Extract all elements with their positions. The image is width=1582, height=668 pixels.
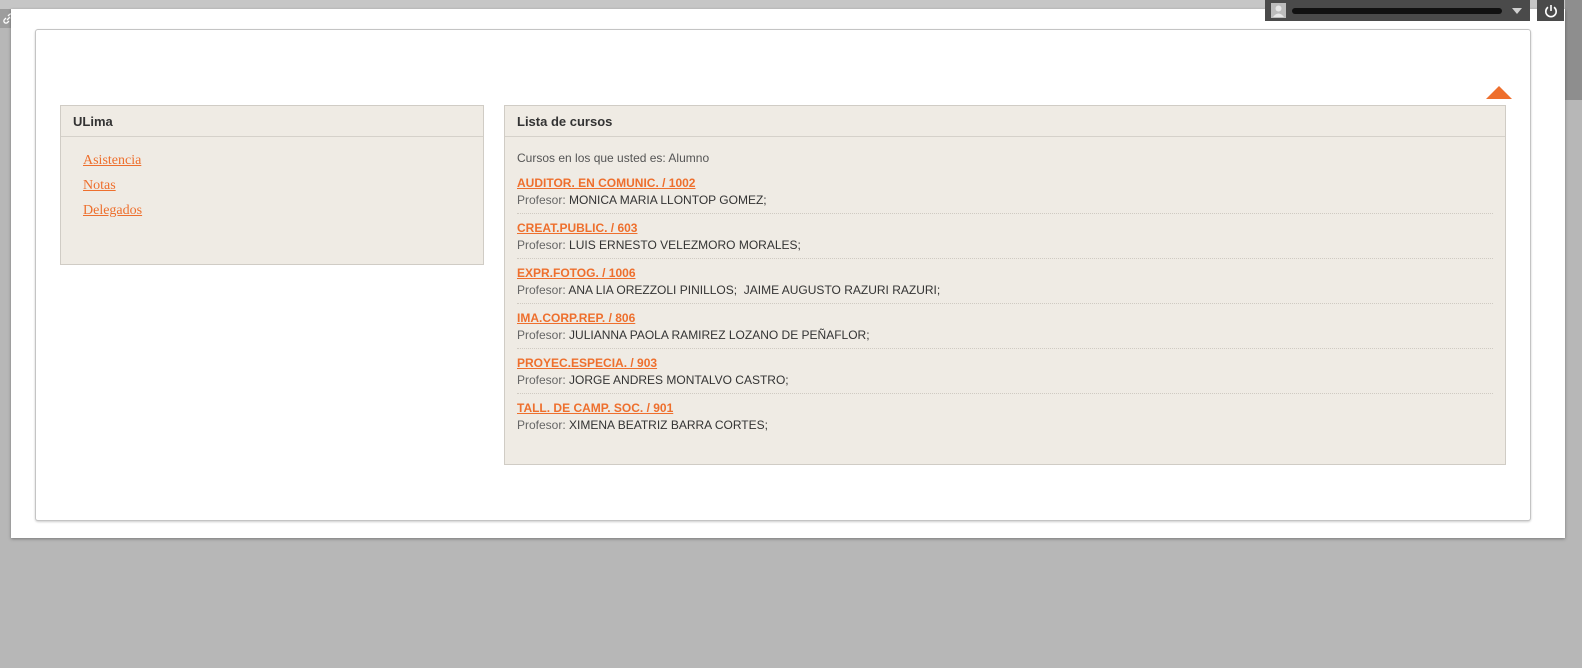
professor-label: Profesor:: [517, 418, 566, 432]
course-item: EXPR.FOTOG. / 1006 Profesor: ANA LIA ORE…: [517, 266, 1493, 304]
course-link[interactable]: AUDITOR. EN COMUNIC. / 1002: [517, 176, 1493, 193]
user-avatar-icon: [1271, 3, 1286, 18]
course-professors: Profesor: XIMENA BEATRIZ BARRA CORTES;: [517, 418, 1493, 432]
user-menu[interactable]: [1265, 0, 1530, 21]
right-strip: [1565, 0, 1582, 100]
professor-names: JORGE ANDRES MONTALVO CASTRO;: [569, 373, 789, 387]
courses-panel-title: Lista de cursos: [505, 106, 1505, 137]
power-icon: [1544, 4, 1557, 17]
professor-names: XIMENA BEATRIZ BARRA CORTES;: [569, 418, 768, 432]
delegados-link[interactable]: Delegados: [83, 203, 142, 218]
course-item: CREAT.PUBLIC. / 603 Profesor: LUIS ERNES…: [517, 221, 1493, 259]
courses-panel: Lista de cursos Cursos en los que usted …: [504, 105, 1506, 465]
username-redacted[interactable]: [1292, 7, 1502, 14]
course-item: PROYEC.ESPECIA. / 903 Profesor: JORGE AN…: [517, 356, 1493, 394]
ulima-links: Asistencia Notas Delegados: [61, 137, 483, 240]
professor-label: Profesor:: [517, 373, 566, 387]
courses-intro: Cursos en los que usted es: Alumno: [517, 151, 710, 165]
professor-label: Profesor:: [517, 283, 566, 297]
course-item: TALL. DE CAMP. SOC. / 901 Profesor: XIME…: [517, 401, 1493, 438]
chevron-down-icon[interactable]: [1512, 7, 1522, 14]
course-professors: Profesor: ANA LIA OREZZOLI PINILLOS; JAI…: [517, 283, 1493, 297]
professor-names: LUIS ERNESTO VELEZMORO MORALES;: [569, 238, 801, 252]
collapse-up-arrow-icon[interactable]: [1486, 86, 1512, 99]
professor-names: ANA LIA OREZZOLI PINILLOS; JAIME AUGUSTO…: [568, 283, 941, 297]
professor-names: MONICA MARIA LLONTOP GOMEZ;: [569, 193, 767, 207]
professor-label: Profesor:: [517, 328, 566, 342]
course-professors: Profesor: MONICA MARIA LLONTOP GOMEZ;: [517, 193, 1493, 207]
course-professors: Profesor: JORGE ANDRES MONTALVO CASTRO;: [517, 373, 1493, 387]
course-link[interactable]: TALL. DE CAMP. SOC. / 901: [517, 401, 1493, 418]
professor-names: JULIANNA PAOLA RAMIREZ LOZANO DE PEÑAFLO…: [569, 328, 870, 342]
course-link[interactable]: PROYEC.ESPECIA. / 903: [517, 356, 1493, 373]
asistencia-link[interactable]: Asistencia: [83, 153, 141, 168]
course-professors: Profesor: LUIS ERNESTO VELEZMORO MORALES…: [517, 238, 1493, 252]
course-link[interactable]: EXPR.FOTOG. / 1006: [517, 266, 1493, 283]
course-item: AUDITOR. EN COMUNIC. / 1002 Profesor: MO…: [517, 176, 1493, 214]
professor-label: Profesor:: [517, 193, 566, 207]
course-professors: Profesor: JULIANNA PAOLA RAMIREZ LOZANO …: [517, 328, 1493, 342]
course-link[interactable]: CREAT.PUBLIC. / 603: [517, 221, 1493, 238]
notas-link[interactable]: Notas: [83, 178, 116, 193]
course-item: IMA.CORP.REP. / 806 Profesor: JULIANNA P…: [517, 311, 1493, 349]
ulima-panel: ULima Asistencia Notas Delegados: [60, 105, 484, 265]
ulima-panel-title: ULima: [61, 106, 483, 137]
power-button[interactable]: [1537, 0, 1564, 21]
course-link[interactable]: IMA.CORP.REP. / 806: [517, 311, 1493, 328]
professor-label: Profesor:: [517, 238, 566, 252]
